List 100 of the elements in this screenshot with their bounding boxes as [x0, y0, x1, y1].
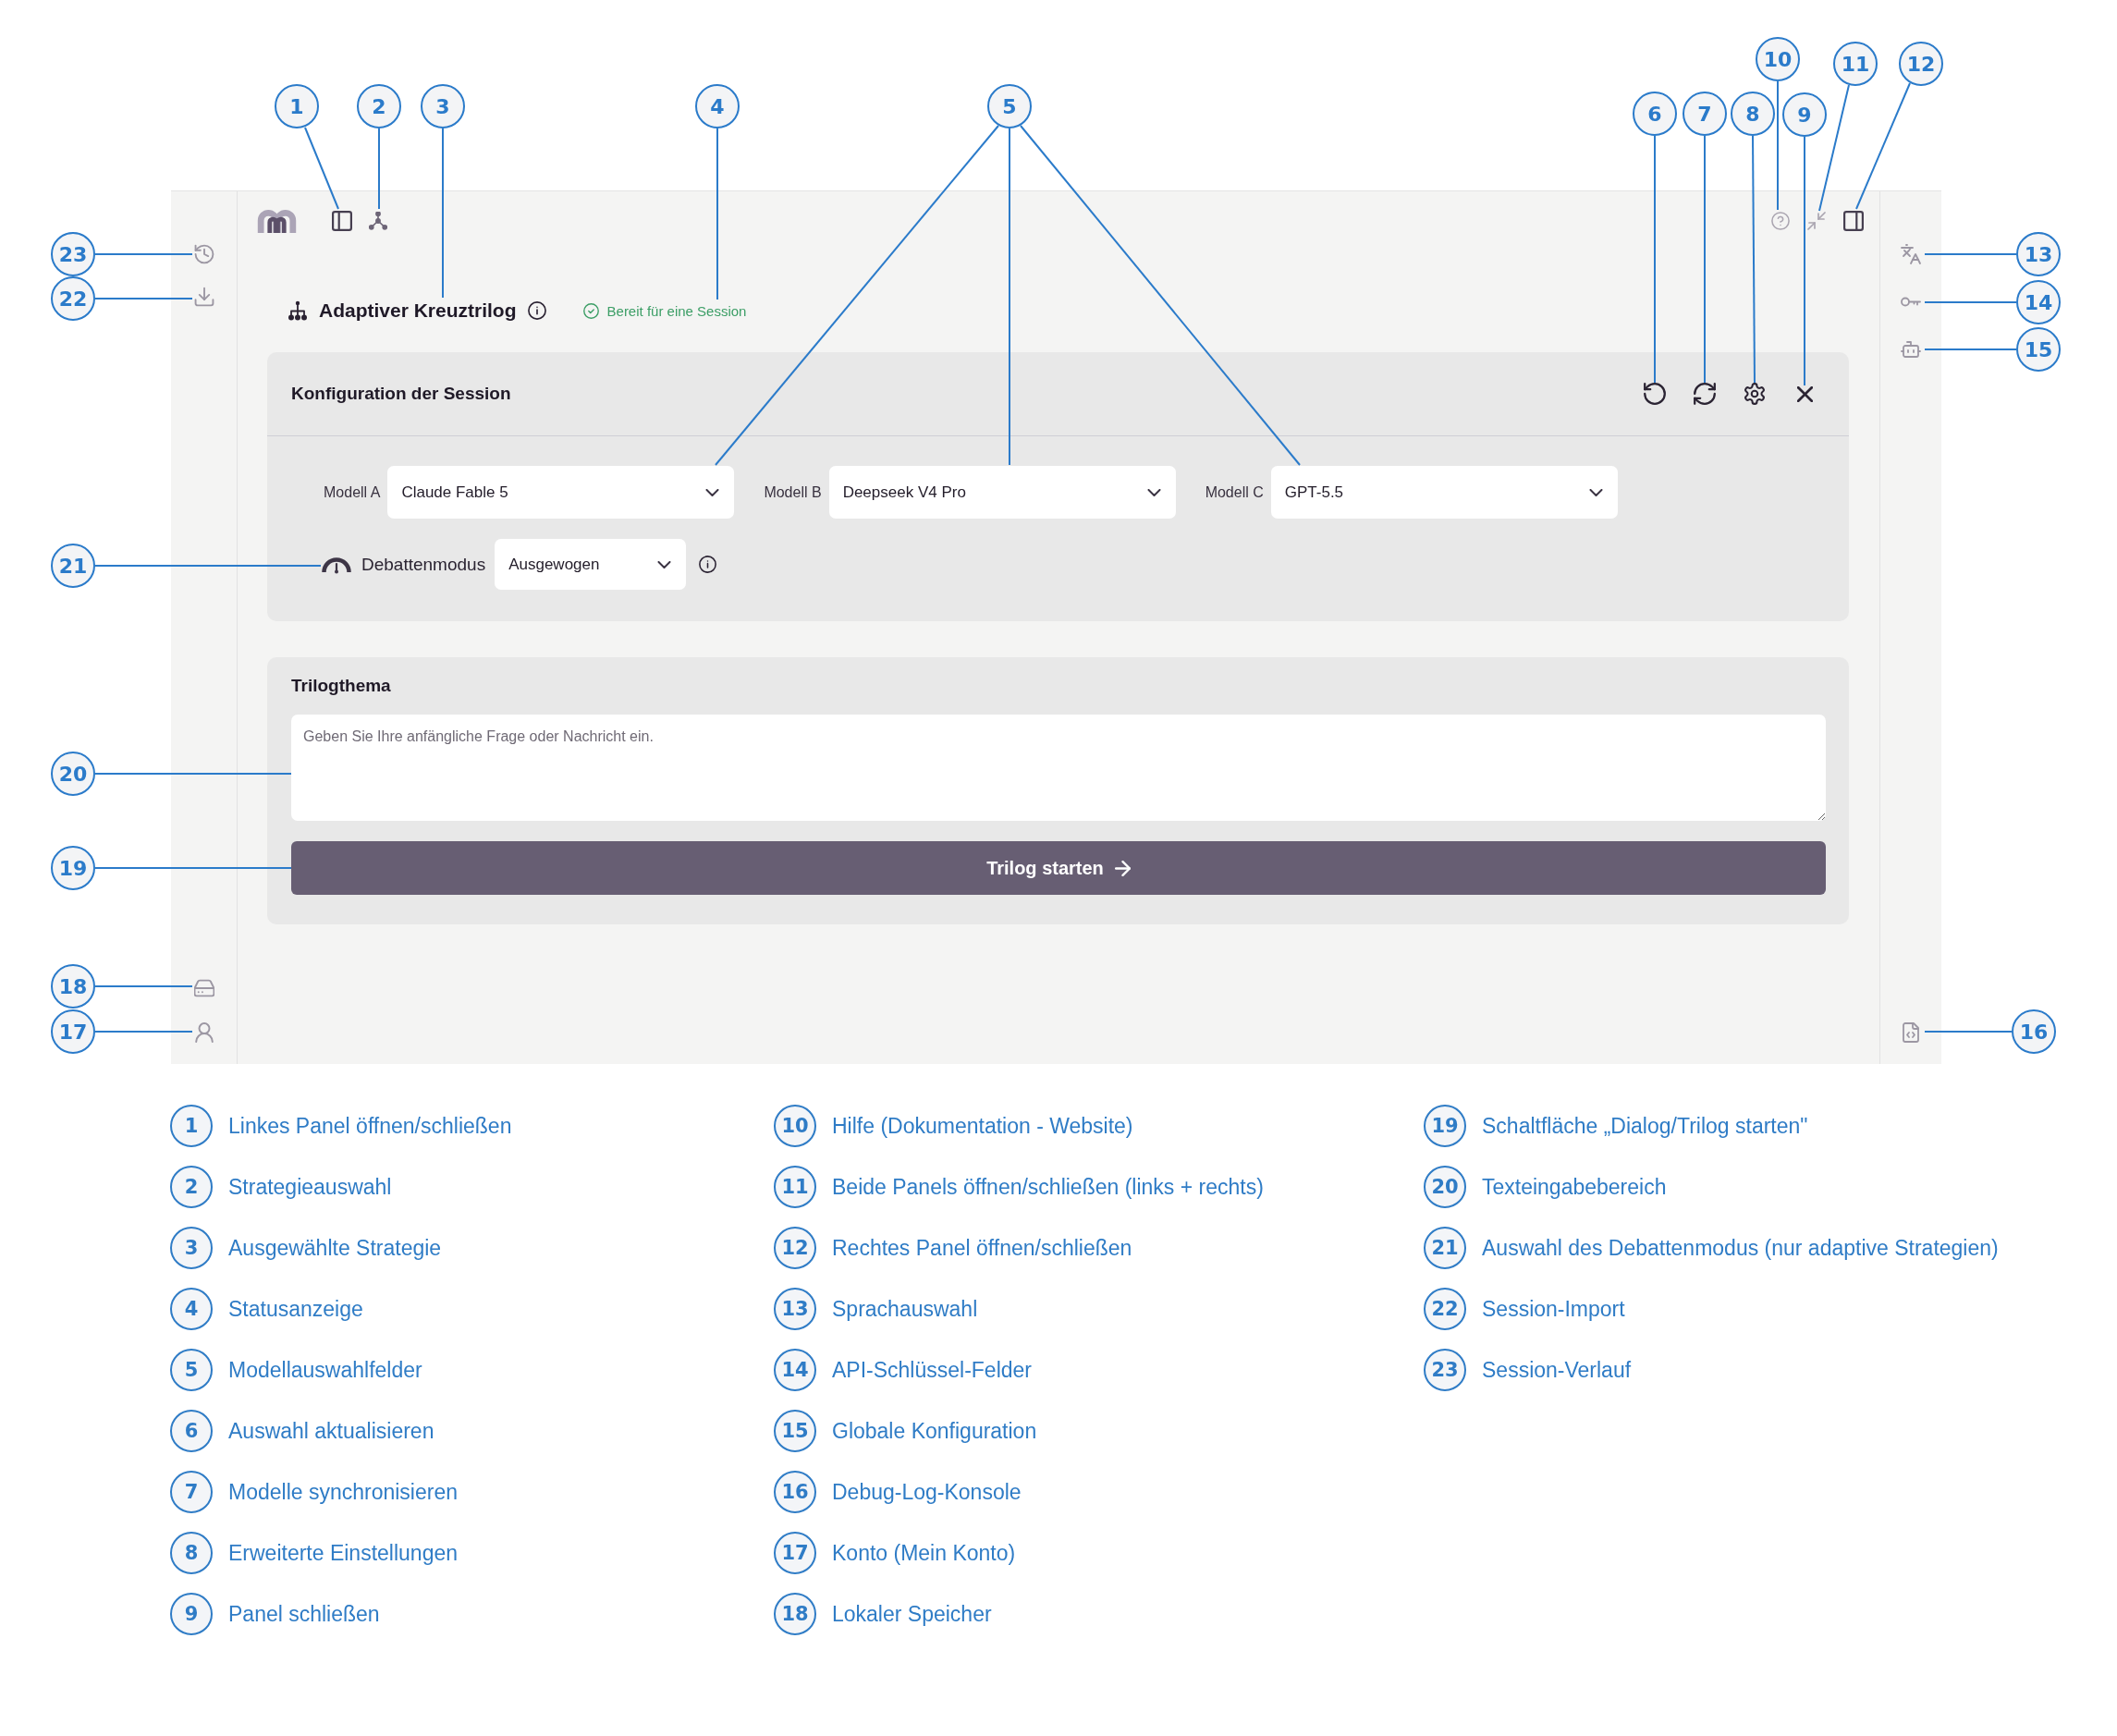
logo-icon — [257, 208, 297, 233]
nodes-icon[interactable] — [369, 211, 387, 230]
legend-label: Sprachauswahl — [832, 1296, 978, 1322]
callout-number: 18 — [51, 964, 95, 1009]
history-icon[interactable] — [193, 244, 214, 264]
legend-number: 14 — [774, 1349, 816, 1391]
gauge-icon — [321, 555, 352, 574]
callout-number: 20 — [51, 752, 95, 796]
chevron-down-icon — [657, 560, 672, 568]
info-icon[interactable] — [699, 556, 717, 573]
legend-label: Hilfe (Dokumentation - Website) — [832, 1113, 1133, 1139]
user-icon[interactable] — [193, 1022, 214, 1043]
legend-label: Lokaler Speicher — [832, 1601, 992, 1627]
legend-label: Session-Import — [1482, 1296, 1625, 1322]
callout-number: 7 — [1683, 92, 1727, 136]
callout-number: 2 — [357, 84, 401, 128]
legend-label: API-Schlüssel-Felder — [832, 1357, 1033, 1383]
legend-number: 3 — [170, 1227, 213, 1269]
legend-number: 8 — [170, 1532, 213, 1574]
key-icon[interactable] — [1901, 297, 1921, 307]
download-icon[interactable] — [193, 287, 214, 307]
callout-number: 4 — [695, 84, 740, 128]
status-text: Bereit für eine Session — [606, 302, 747, 319]
start-button[interactable]: Trilog starten — [291, 841, 1826, 895]
info-icon[interactable] — [527, 301, 546, 320]
legend-number: 2 — [170, 1166, 213, 1208]
legend-number: 9 — [170, 1593, 213, 1635]
field-label: Modell C — [1205, 483, 1264, 501]
legend-number: 22 — [1424, 1288, 1466, 1330]
callout-number: 23 — [51, 232, 95, 276]
chevron-down-icon — [1146, 488, 1161, 496]
legend-number: 10 — [774, 1105, 816, 1147]
callout-number: 19 — [51, 846, 95, 890]
legend-number: 18 — [774, 1593, 816, 1635]
callout-number: 15 — [2016, 327, 2061, 372]
legend-number: 4 — [170, 1288, 213, 1330]
legend-label: Schaltfläche „Dialog/Trilog starten" — [1482, 1113, 1808, 1139]
callout-number: 9 — [1782, 92, 1827, 137]
topic-input[interactable]: Geben Sie Ihre anfängliche Frage oder Nachricht ein. — [291, 715, 1826, 821]
legend-number: 13 — [774, 1288, 816, 1330]
legend-label: Auswahl aktualisieren — [228, 1418, 434, 1444]
model-select[interactable]: Deepseek V4 Pro — [828, 466, 1176, 519]
legend-label: Globale Konfiguration — [832, 1418, 1037, 1444]
legend-number: 19 — [1424, 1105, 1466, 1147]
panel-title: Konfiguration der Session — [291, 384, 511, 404]
left-panel-icon[interactable] — [332, 210, 352, 231]
translate-icon[interactable] — [1901, 244, 1921, 264]
callout-number: 17 — [51, 1009, 95, 1054]
legend-label: Texteingabebereich — [1482, 1174, 1667, 1200]
chevron-down-icon — [1588, 488, 1603, 496]
close-icon[interactable] — [1797, 385, 1813, 402]
legend-label: Linkes Panel öffnen/schließen — [228, 1113, 512, 1139]
legend-number: 5 — [170, 1349, 213, 1391]
legend-number: 23 — [1424, 1349, 1466, 1391]
file-code-icon[interactable] — [1901, 1022, 1921, 1043]
legend-number: 17 — [774, 1532, 816, 1574]
legend-number: 6 — [170, 1410, 213, 1452]
legend-label: Session-Verlauf — [1482, 1357, 1632, 1383]
legend-label: Erweiterte Einstellungen — [228, 1540, 459, 1566]
legend-label: Konto (Mein Konto) — [832, 1540, 1016, 1566]
rotate-ccw-icon[interactable] — [1644, 383, 1666, 405]
robot-icon[interactable] — [1901, 339, 1921, 360]
legend-label: Rechtes Panel öffnen/schließen — [832, 1235, 1132, 1261]
legend-number: 16 — [774, 1471, 816, 1513]
legend-label: Auswahl des Debattenmodus (nur adaptive Strategien) — [1482, 1235, 1999, 1261]
legend-label: Beide Panels öffnen/schließen (links + rechts) — [832, 1174, 1264, 1200]
legend-number: 15 — [774, 1410, 816, 1452]
right-panel-icon[interactable] — [1843, 210, 1864, 231]
callout-number: 10 — [1756, 37, 1800, 81]
check-circle-icon — [582, 302, 599, 319]
model-select[interactable]: GPT-5.5 — [1270, 466, 1618, 519]
callout-number: 8 — [1731, 92, 1775, 136]
field-label: Modell A — [324, 483, 381, 501]
minimize-icon[interactable] — [1807, 211, 1826, 230]
legend-number: 1 — [170, 1105, 213, 1147]
legend-label: Modellauswahlfelder — [228, 1357, 422, 1383]
legend-label: Ausgewählte Strategie — [228, 1235, 442, 1261]
hierarchy-icon — [288, 300, 308, 322]
callout-number: 14 — [2016, 280, 2061, 324]
help-icon[interactable] — [1771, 211, 1790, 230]
legend-label: Debug-Log-Konsole — [832, 1479, 1022, 1505]
legend-label: Modelle synchronisieren — [228, 1479, 458, 1505]
callout-number: 12 — [1899, 42, 1943, 86]
legend-number: 20 — [1424, 1166, 1466, 1208]
model-select[interactable]: Claude Fable 5 — [387, 466, 735, 519]
panel-title: Trilogthema — [291, 676, 391, 696]
chevron-down-icon — [705, 488, 720, 496]
legend-label: Strategieauswahl — [228, 1174, 392, 1200]
settings-icon[interactable] — [1744, 383, 1766, 405]
callout-number: 11 — [1833, 42, 1878, 86]
field-label: Debattenmodus — [361, 554, 486, 575]
refresh-icon[interactable] — [1694, 383, 1716, 405]
strategy-title: Adaptiver Kreuztrilog — [319, 300, 517, 322]
drive-icon[interactable] — [193, 978, 214, 998]
callout-number: 16 — [2012, 1009, 2056, 1054]
callout-number: 5 — [987, 84, 1032, 128]
debate-mode-select[interactable]: Ausgewogen — [495, 539, 687, 590]
legend-number: 11 — [774, 1166, 816, 1208]
legend-label: Panel schließen — [228, 1601, 380, 1627]
callout-number: 1 — [275, 84, 319, 128]
